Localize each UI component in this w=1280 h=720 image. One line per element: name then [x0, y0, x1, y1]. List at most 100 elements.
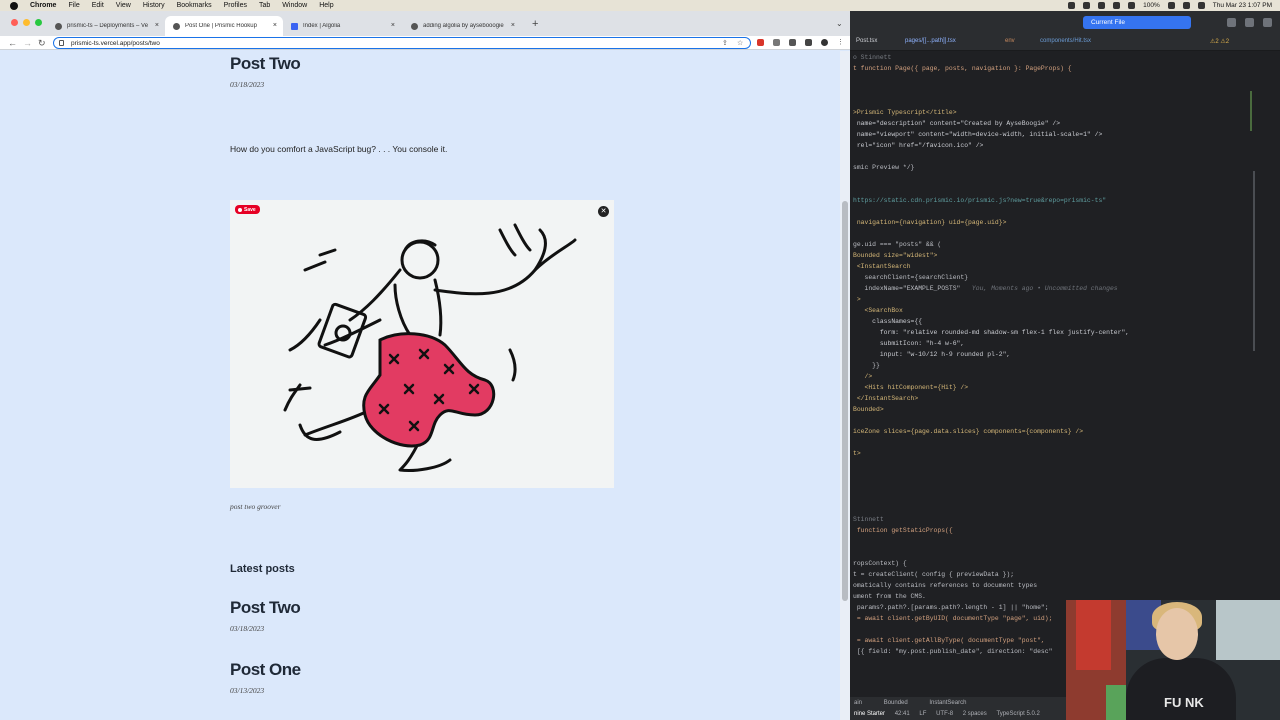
gear-icon[interactable]: [1263, 18, 1272, 27]
code-line[interactable]: submitIcon: "h-4 w-6",: [853, 338, 964, 349]
menubar-clock[interactable]: Thu Mar 23 1:07 PM: [1213, 0, 1272, 11]
tab-post-one[interactable]: Post One | Prismic Hookup ×: [165, 16, 283, 36]
code-line[interactable]: smic Preview */}: [853, 162, 914, 173]
battery-icon[interactable]: [1167, 2, 1175, 9]
code-line[interactable]: Bounded>: [853, 404, 884, 415]
close-tab-icon[interactable]: ×: [391, 22, 395, 29]
code-line[interactable]: >Prismic Typescript</title>: [853, 107, 957, 118]
address-bar[interactable]: prismic-ts.vercel.app/posts/two ⇪ ☆: [53, 37, 751, 49]
code-line[interactable]: name="description" content="Created by A…: [853, 118, 1060, 129]
code-line[interactable]: <InstantSearch: [853, 261, 911, 272]
add-user-icon[interactable]: [1227, 18, 1236, 27]
profile-avatar[interactable]: [821, 39, 828, 46]
close-tab-icon[interactable]: ×: [273, 22, 277, 29]
code-line[interactable]: rel="icon" href="/favicon.ico" />: [853, 140, 984, 151]
scrollbar-thumb[interactable]: [842, 201, 848, 601]
code-line[interactable]: o Stinnett: [853, 52, 891, 63]
code-line[interactable]: Stinnett: [853, 514, 884, 525]
lock-icon[interactable]: [59, 40, 64, 46]
code-line[interactable]: t function Page({ page, posts, navigatio…: [853, 63, 1072, 74]
menu-view[interactable]: View: [116, 0, 131, 11]
menu-app-name[interactable]: Chrome: [30, 0, 56, 11]
browser-menu-icon[interactable]: ⋮: [837, 38, 844, 46]
control-center-icon[interactable]: [1197, 2, 1205, 9]
status-icon[interactable]: [1068, 2, 1076, 9]
extension-icon[interactable]: [757, 39, 764, 46]
code-line[interactable]: ropsContext) {: [853, 558, 907, 569]
run-configuration-dropdown[interactable]: Current File: [1083, 16, 1191, 29]
editor-tab-active[interactable]: pages/[[...path]].tsx: [905, 38, 956, 44]
code-line[interactable]: [{ field: "my.post.publish_date", direct…: [853, 646, 1053, 657]
status-icon[interactable]: [1113, 2, 1121, 9]
new-tab-button[interactable]: +: [532, 18, 538, 30]
menu-tab[interactable]: Tab: [259, 0, 270, 11]
project-name[interactable]: nine Starter: [854, 711, 885, 717]
side-panel-icon[interactable]: [805, 39, 812, 46]
latest-post-title[interactable]: Post One: [230, 660, 301, 680]
close-tab-icon[interactable]: ×: [155, 22, 159, 29]
editor-scrollbar[interactable]: [1253, 171, 1255, 351]
code-line[interactable]: searchClient={searchClient}: [853, 272, 969, 283]
language-version[interactable]: TypeScript 5.0.2: [996, 711, 1039, 717]
indent-setting[interactable]: 2 spaces: [963, 711, 987, 717]
back-button[interactable]: ←: [8, 37, 17, 49]
code-line[interactable]: = await client.getByUID( documentType "p…: [853, 613, 1053, 624]
menu-file[interactable]: File: [68, 0, 79, 11]
code-line[interactable]: = await client.getAllByType( documentTyp…: [853, 635, 1045, 646]
menu-profiles[interactable]: Profiles: [224, 0, 247, 11]
battery-percent[interactable]: 100%: [1143, 0, 1160, 11]
editor-tab[interactable]: Post.tsx: [856, 38, 877, 44]
editor-tab[interactable]: components/Hit.tsx: [1040, 38, 1091, 44]
code-line[interactable]: ument from the CMS.: [853, 591, 926, 602]
code-line[interactable]: t>: [853, 448, 861, 459]
code-line[interactable]: ge.uid === "posts" && (: [853, 239, 941, 250]
apple-icon[interactable]: [10, 1, 18, 10]
status-icon[interactable]: [1128, 2, 1136, 9]
code-line[interactable]: >: [853, 294, 861, 305]
pinterest-save-button[interactable]: Save: [235, 205, 260, 214]
menu-bookmarks[interactable]: Bookmarks: [177, 0, 212, 11]
encoding[interactable]: UTF-8: [936, 711, 953, 717]
close-tab-icon[interactable]: ×: [511, 22, 515, 29]
tab-deployments[interactable]: prismic-ts – Deployments – Ve ×: [47, 16, 165, 36]
bookmark-star-icon[interactable]: ☆: [737, 39, 743, 47]
code-line[interactable]: t = createClient( config { previewData }…: [853, 569, 1014, 580]
search-icon[interactable]: [1245, 18, 1254, 27]
editor-tab[interactable]: env: [1005, 38, 1015, 44]
code-line[interactable]: </InstantSearch>: [853, 393, 918, 404]
extension-icon[interactable]: [773, 39, 780, 46]
code-line[interactable]: input: "w-10/12 h-9 rounded pl-2",: [853, 349, 1010, 360]
tab-search-icon[interactable]: ⌄: [836, 19, 843, 28]
status-icon[interactable]: [1083, 2, 1091, 9]
code-line[interactable]: Bounded size="widest">: [853, 250, 937, 261]
wifi-icon[interactable]: [1182, 2, 1190, 9]
tab-algolia[interactable]: Index | Algolia ×: [283, 16, 401, 36]
inspection-warnings[interactable]: ⚠2 ⚠2: [1210, 38, 1229, 45]
line-ending[interactable]: LF: [919, 711, 926, 717]
menu-help[interactable]: Help: [319, 0, 333, 11]
menu-history[interactable]: History: [143, 0, 165, 11]
code-line[interactable]: iceZone slices={page.data.slices} compon…: [853, 426, 1083, 437]
code-line[interactable]: }}: [853, 360, 880, 371]
code-line[interactable]: <Hits hitComponent={Hit} />: [853, 382, 969, 393]
code-line[interactable]: params?.path?.[params.path?.length - 1] …: [853, 602, 1049, 613]
code-line[interactable]: https://static.cdn.prismic.io/prismic.js…: [853, 195, 1106, 206]
extensions-puzzle-icon[interactable]: [789, 39, 796, 46]
code-line[interactable]: />: [853, 371, 873, 382]
status-icon[interactable]: [1098, 2, 1106, 9]
code-line[interactable]: omatically contains references to docume…: [853, 580, 1037, 591]
share-icon[interactable]: ⇪: [722, 39, 728, 47]
close-window-button[interactable]: [11, 19, 18, 26]
breadcrumb-item[interactable]: ain: [854, 700, 862, 706]
code-line[interactable]: navigation={navigation} uid={page.uid}>: [853, 217, 1007, 228]
cursor-position[interactable]: 42:41: [895, 711, 910, 717]
menu-edit[interactable]: Edit: [92, 0, 104, 11]
minimize-window-button[interactable]: [23, 19, 30, 26]
latest-post-title[interactable]: Post Two: [230, 598, 301, 618]
menu-window[interactable]: Window: [282, 0, 307, 11]
page-scrollbar[interactable]: [840, 51, 850, 720]
tab-github[interactable]: adding algolia by aysebooogie ×: [403, 16, 521, 36]
breadcrumb-item[interactable]: InstantSearch: [929, 700, 966, 706]
code-line[interactable]: classNames={{: [853, 316, 922, 327]
reload-button[interactable]: ↻: [38, 37, 46, 49]
